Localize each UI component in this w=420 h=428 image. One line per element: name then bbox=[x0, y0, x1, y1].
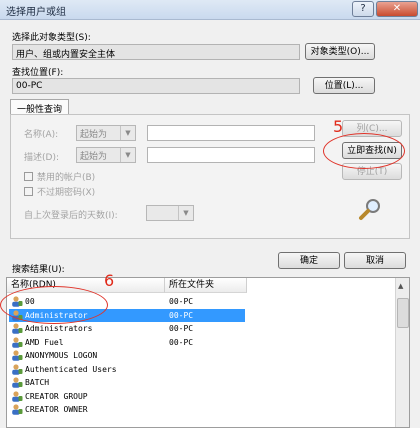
description-label: 描述(D): bbox=[24, 153, 59, 163]
row-name: Administrators bbox=[9, 322, 165, 335]
location-label: 查找位置(F): bbox=[12, 68, 64, 78]
locations-button[interactable]: 位置(L)... bbox=[313, 77, 375, 94]
cancel-button[interactable]: 取消 bbox=[344, 252, 406, 269]
row-folder bbox=[165, 363, 245, 376]
user-icon bbox=[12, 404, 23, 415]
row-name-text: ANONYMOUS LOGON bbox=[25, 351, 98, 360]
tab-general-query[interactable]: 一般性查询 bbox=[10, 99, 70, 115]
name-mode-select[interactable]: 起始为 ▼ bbox=[76, 125, 136, 141]
scrollbar-thumb[interactable] bbox=[397, 298, 409, 328]
location-field: 00-PC bbox=[12, 78, 300, 94]
row-name-text: BATCH bbox=[25, 378, 50, 387]
row-name: ANONYMOUS LOGON bbox=[9, 349, 165, 362]
non-expiring-password-checkbox[interactable] bbox=[24, 187, 33, 196]
table-row[interactable]: CREATOR OWNER bbox=[7, 403, 397, 416]
step-5-annotation: 5 bbox=[333, 117, 344, 136]
user-icon bbox=[12, 377, 23, 388]
row-folder bbox=[165, 376, 245, 389]
row-folder bbox=[165, 390, 245, 403]
chevron-down-icon: ▼ bbox=[120, 148, 135, 162]
close-icon: ✕ bbox=[392, 3, 402, 14]
search-icon bbox=[359, 199, 380, 220]
row-folder bbox=[165, 403, 245, 416]
non-expiring-password-label: 不过期密码(X) bbox=[37, 188, 96, 198]
table-row[interactable]: AMD Fuel 00-PC bbox=[7, 336, 397, 349]
table-row[interactable]: ANONYMOUS LOGON bbox=[7, 349, 397, 362]
days-since-logon-label: 自上次登录后的天数(I): bbox=[24, 211, 118, 221]
scroll-up-icon: ▲ bbox=[398, 282, 404, 290]
find-now-highlight bbox=[323, 133, 405, 169]
row-name: CREATOR OWNER bbox=[9, 403, 165, 416]
user-icon bbox=[12, 323, 23, 334]
row-name-text: AMD Fuel bbox=[25, 337, 64, 347]
search-results-label: 搜索结果(U): bbox=[12, 265, 65, 275]
help-button[interactable]: ? bbox=[352, 1, 374, 17]
object-type-field: 用户、组或内置安全主体 bbox=[12, 44, 300, 60]
step-6-annotation: 6 bbox=[104, 271, 115, 290]
window-title: 选择用户或组 bbox=[6, 7, 66, 18]
name-label: 名称(A): bbox=[24, 130, 59, 140]
disabled-accounts-checkbox[interactable] bbox=[24, 172, 33, 181]
description-input[interactable] bbox=[147, 147, 315, 163]
row-name: Authenticated Users bbox=[9, 363, 165, 376]
user-icon bbox=[12, 336, 23, 348]
user-icon bbox=[12, 363, 23, 375]
row-name-text: CREATOR GROUP bbox=[25, 391, 88, 401]
table-row[interactable]: Administrators 00-PC bbox=[7, 322, 397, 335]
row-folder: 00-PC bbox=[165, 308, 245, 322]
days-since-logon-select[interactable]: ▼ bbox=[146, 205, 194, 221]
column-header-folder[interactable]: 所在文件夹 bbox=[165, 278, 247, 293]
object-type-label: 选择此对象类型(S): bbox=[12, 33, 91, 43]
row-folder: 00-PC bbox=[169, 324, 194, 333]
row-name-text: Administrators bbox=[25, 324, 93, 333]
description-mode-value: 起始为 bbox=[80, 152, 108, 162]
row-name-text: CREATOR OWNER bbox=[25, 405, 88, 414]
table-row[interactable]: Authenticated Users bbox=[7, 363, 397, 376]
description-mode-select[interactable]: 起始为 ▼ bbox=[76, 147, 136, 163]
ok-button[interactable]: 确定 bbox=[278, 252, 340, 269]
disabled-accounts-label: 禁用的帐户(B) bbox=[37, 173, 96, 183]
administrator-highlight bbox=[0, 286, 108, 324]
chevron-down-icon: ▼ bbox=[178, 206, 193, 220]
row-name: BATCH bbox=[9, 376, 165, 389]
user-icon bbox=[12, 350, 23, 361]
table-row[interactable]: CREATOR GROUP bbox=[7, 390, 397, 403]
row-name: CREATOR GROUP bbox=[9, 390, 165, 403]
chevron-down-icon: ▼ bbox=[120, 126, 135, 140]
close-button[interactable]: ✕ bbox=[376, 1, 418, 17]
row-folder: 00-PC bbox=[169, 337, 194, 347]
table-row[interactable]: BATCH bbox=[7, 376, 397, 389]
help-icon: ? bbox=[360, 3, 366, 14]
vertical-scrollbar[interactable]: ▲ bbox=[395, 278, 409, 427]
name-mode-value: 起始为 bbox=[80, 130, 108, 140]
object-types-button[interactable]: 对象类型(O)... bbox=[305, 43, 375, 60]
row-folder: 00-PC bbox=[169, 297, 194, 306]
user-icon bbox=[12, 390, 23, 402]
row-name-text: Authenticated Users bbox=[25, 364, 117, 374]
row-name: AMD Fuel bbox=[9, 336, 165, 349]
name-input[interactable] bbox=[147, 125, 315, 141]
row-folder bbox=[165, 349, 245, 362]
